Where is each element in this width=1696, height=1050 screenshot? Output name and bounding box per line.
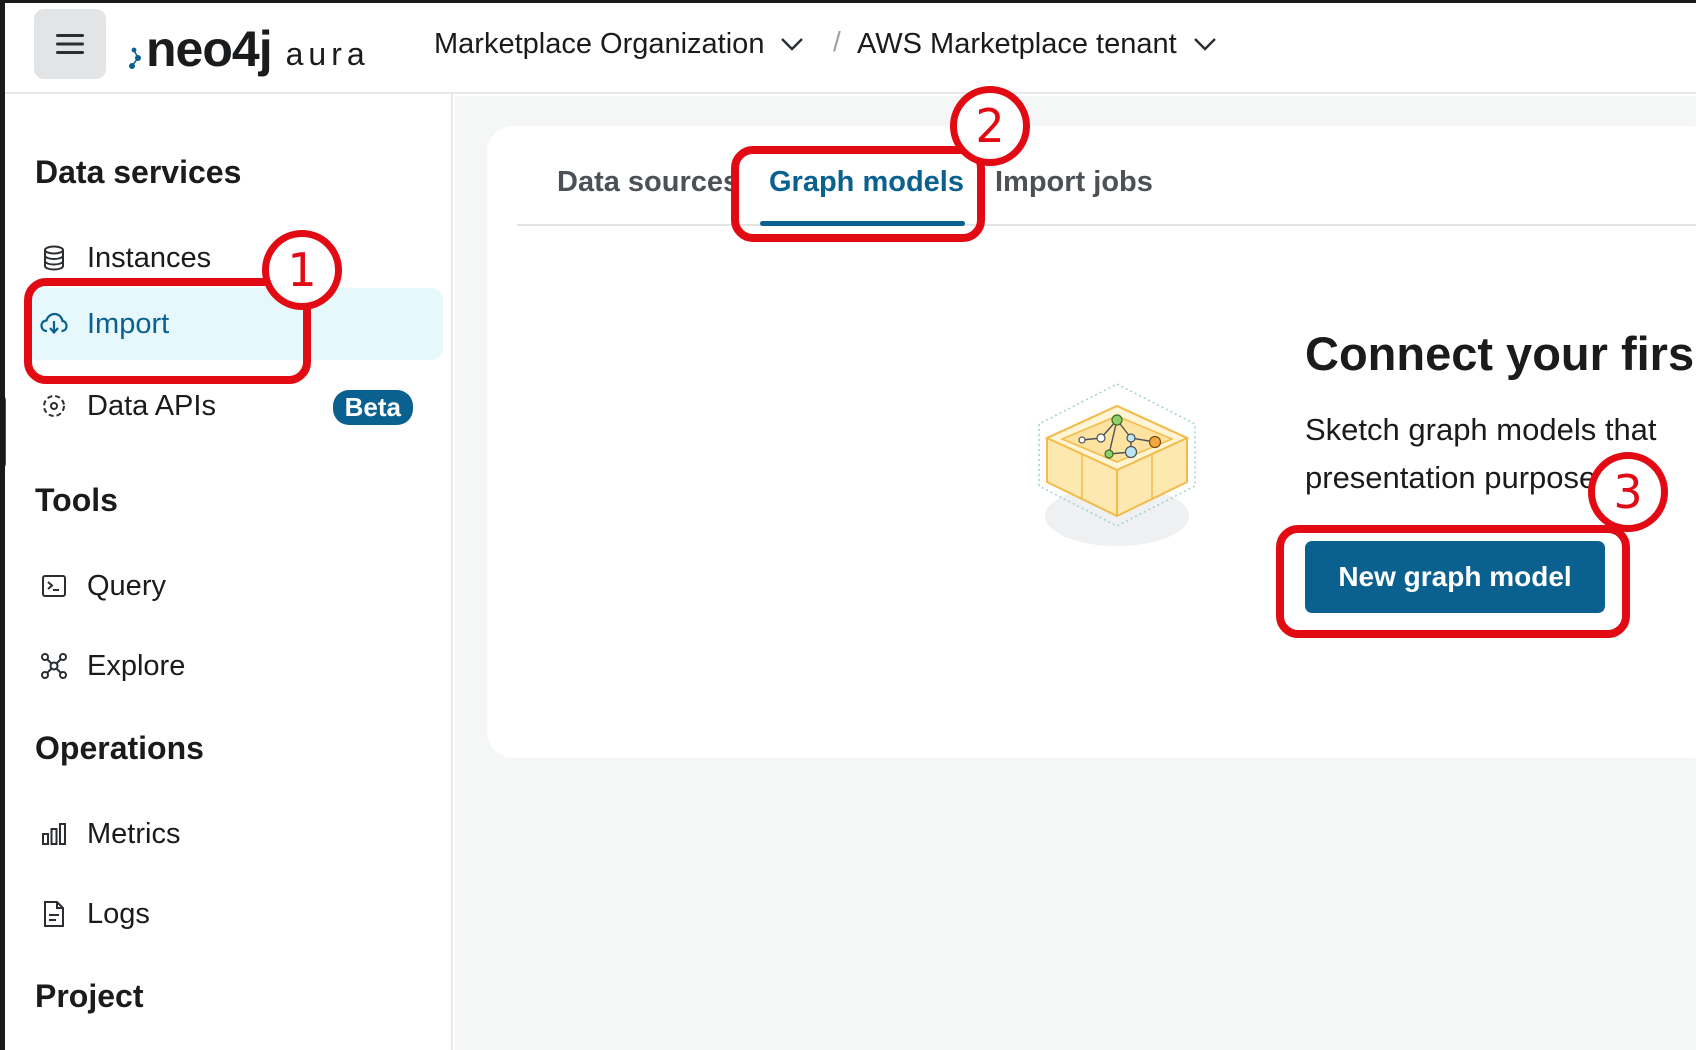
beta-badge: Beta — [332, 390, 413, 425]
chevron-down-icon — [780, 37, 804, 51]
graph-icon — [39, 651, 69, 681]
sidebar-item-label: Explore — [87, 649, 186, 682]
api-icon — [39, 391, 69, 421]
terminal-icon — [39, 571, 69, 601]
org-name: Marketplace Organization — [434, 27, 765, 60]
section-title-project: Project — [35, 978, 144, 1014]
top-header: neo4j aura Marketplace Organization / AW… — [0, 0, 1696, 94]
sidebar-item-label: Query — [87, 569, 166, 602]
tenant-selector[interactable]: AWS Marketplace tenant — [857, 24, 1217, 64]
tab-bar: Data sources Graph models Import jobs — [517, 126, 1696, 226]
tab-import-jobs[interactable]: Import jobs — [995, 166, 1153, 199]
breadcrumb-separator: / — [833, 26, 841, 57]
document-icon — [39, 899, 69, 929]
annotation-box-import — [24, 278, 311, 384]
tab-data-sources[interactable]: Data sources — [557, 166, 739, 199]
annotation-marker-3: 3 — [1588, 452, 1668, 532]
sidebar-item-metrics[interactable]: Metrics — [25, 798, 443, 870]
database-icon — [39, 243, 69, 273]
sidebar-item-logs[interactable]: Logs — [25, 878, 443, 950]
sidebar-item-label: Metrics — [87, 817, 181, 850]
section-title-tools: Tools — [35, 482, 118, 518]
org-selector[interactable]: Marketplace Organization — [434, 24, 804, 64]
brand-neo4j-text: neo4j — [146, 21, 273, 77]
sidebar-item-label: Instances — [87, 241, 212, 274]
sidebar-item-label: Data APIs — [87, 389, 216, 422]
empty-state-headline: Connect your firs — [1305, 327, 1695, 380]
menu-button[interactable] — [34, 9, 106, 79]
import-card: Data sources Graph models Import jobs Co… — [487, 126, 1696, 758]
section-title-data-services: Data services — [35, 154, 242, 190]
tenant-name: AWS Marketplace tenant — [857, 27, 1177, 60]
bar-chart-icon — [39, 819, 69, 849]
sidebar-item-query[interactable]: Query — [25, 550, 443, 622]
brand-aura-text: aura — [285, 36, 370, 72]
app-window: neo4j aura Marketplace Organization / AW… — [0, 0, 1696, 1050]
section-title-operations: Operations — [35, 730, 204, 766]
sidebar-item-label: Logs — [87, 897, 150, 930]
sidebar: Data services Instances Import Data APIs… — [0, 94, 453, 1050]
annotation-marker-1: 1 — [262, 230, 342, 310]
neo4j-dots-icon — [129, 47, 141, 69]
hamburger-icon — [56, 34, 84, 54]
annotation-box-graph-models — [731, 146, 985, 242]
sidebar-item-explore[interactable]: Explore — [25, 630, 443, 702]
window-edge — [0, 0, 5, 1050]
window-edge-top — [0, 0, 1696, 3]
chevron-down-icon — [1193, 37, 1217, 51]
graph-model-illustration — [1027, 376, 1207, 561]
annotation-box-new-graph-model — [1276, 525, 1630, 638]
brand-logo[interactable]: neo4j aura — [128, 14, 370, 74]
annotation-marker-2: 2 — [950, 86, 1030, 166]
